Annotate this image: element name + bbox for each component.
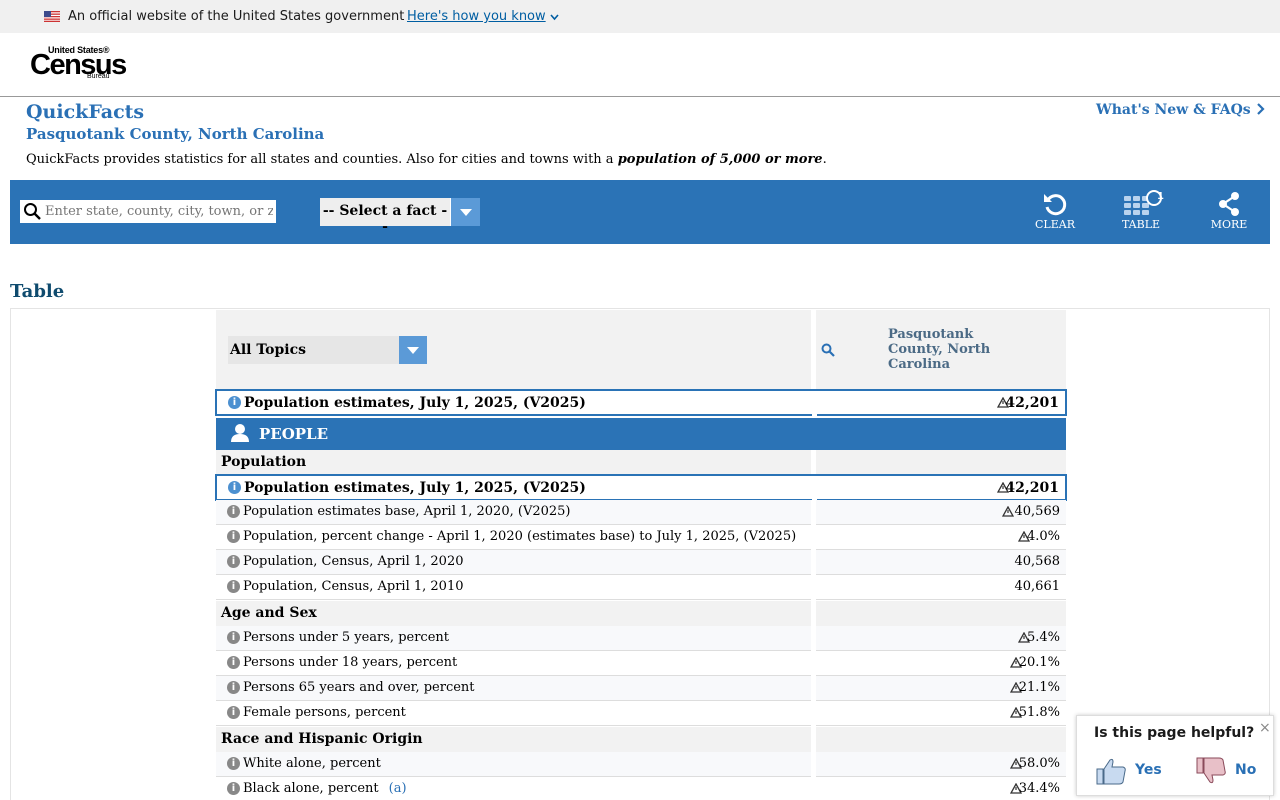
info-icon[interactable]: i [227,580,240,593]
gov-banner-text: An official website of the United States… [68,9,405,24]
heres-how-you-know-link[interactable]: Here's how you know [407,9,546,24]
table-row[interactable]: i Persons under 5 years, percent 5.4% [216,626,1066,651]
dropdown-arrow-icon[interactable] [450,198,480,226]
info-icon[interactable]: i [228,481,241,494]
feedback-question: Is this page helpful? [1094,725,1255,741]
search-input[interactable] [45,202,273,221]
page-description: QuickFacts provides statistics for all s… [26,152,827,167]
section-header: Population [216,450,1066,475]
footnote-link[interactable]: (a) [389,781,407,796]
feedback-no-button[interactable]: No [1195,756,1275,786]
info-icon[interactable]: i [227,757,240,770]
gov-banner: An official website of the United States… [0,0,1280,33]
info-icon[interactable]: i [227,706,240,719]
census-logo[interactable]: United States® Census Bureau [30,45,127,83]
thumbs-up-icon [1096,758,1126,785]
column-search-icon[interactable] [821,343,835,357]
column-header-location[interactable]: Pasquotank County, North Carolina [888,327,1028,372]
section-header: Age and Sex [216,601,1066,626]
search-box [20,200,276,223]
us-flag-icon [44,11,60,22]
info-icon[interactable]: i [227,555,240,568]
table-header: All Topics Pasquotank County, North Caro… [216,310,1066,390]
more-button[interactable]: MORE [1199,190,1259,236]
table-row[interactable]: i Population estimates base, April 1, 20… [216,500,1066,525]
table-row[interactable]: i Population estimates, July 1, 2025, (V… [215,474,1067,501]
dropdown-arrow-icon[interactable] [399,336,427,364]
people-section-header[interactable]: PEOPLE [216,418,1066,450]
table-row[interactable]: i Population, percent change - April 1, … [216,525,1066,550]
clear-button[interactable]: CLEAR [1025,190,1085,236]
person-icon [231,424,249,442]
table-count-badge: 1 [1157,191,1164,202]
chevron-right-icon [1256,103,1265,115]
table-button[interactable]: 1 TABLE [1111,190,1171,236]
table-row[interactable]: i Persons under 18 years, percent 20.1% [216,651,1066,676]
search-icon [24,203,41,220]
info-icon[interactable]: i [227,782,240,795]
info-icon[interactable]: i [227,505,240,518]
table-row[interactable]: i Population estimates, July 1, 2025, (V… [215,389,1067,416]
share-icon [1219,192,1239,216]
table-row[interactable]: i Female persons, percent 51.8% [216,701,1066,726]
info-icon[interactable]: i [228,396,241,409]
thumbs-down-icon [1196,757,1226,784]
table-heading: Table [10,281,65,302]
select-fact-dropdown[interactable]: -- Select a fact -- [320,198,480,235]
topics-dropdown[interactable]: All Topics [228,336,427,364]
feedback-yes-button[interactable]: Yes [1095,756,1175,786]
toolbar: -- Select a fact -- CLEAR 1 TABLE MORE [10,180,1270,244]
location-title: Pasquotank County, North Carolina [26,125,325,143]
table-row[interactable]: i Persons 65 years and over, percent 21.… [216,676,1066,701]
close-icon[interactable]: × [1259,720,1271,736]
refresh-icon [1044,194,1067,216]
section-header: Race and Hispanic Origin [216,727,1066,752]
site-header: United States® Census Bureau [0,33,1280,97]
table-row[interactable]: i White alone, percent 58.0% [216,752,1066,777]
feedback-widget: Is this page helpful? × Yes No [1076,715,1274,796]
table-row[interactable]: i Population, Census, April 1, 2020 40,5… [216,550,1066,575]
info-icon[interactable]: i [227,656,240,669]
info-icon[interactable]: i [227,530,240,543]
warning-icon[interactable] [1002,506,1014,517]
page-title[interactable]: QuickFacts [26,101,144,123]
chevron-down-icon[interactable] [550,13,559,21]
table-row[interactable]: i Black alone, percent (a) 34.4% [216,777,1066,800]
whats-new-link[interactable]: What's New & FAQs [1096,102,1265,118]
info-icon[interactable]: i [227,631,240,644]
info-icon[interactable]: i [227,681,240,694]
table-row[interactable]: i Population, Census, April 1, 2010 40,6… [216,575,1066,600]
